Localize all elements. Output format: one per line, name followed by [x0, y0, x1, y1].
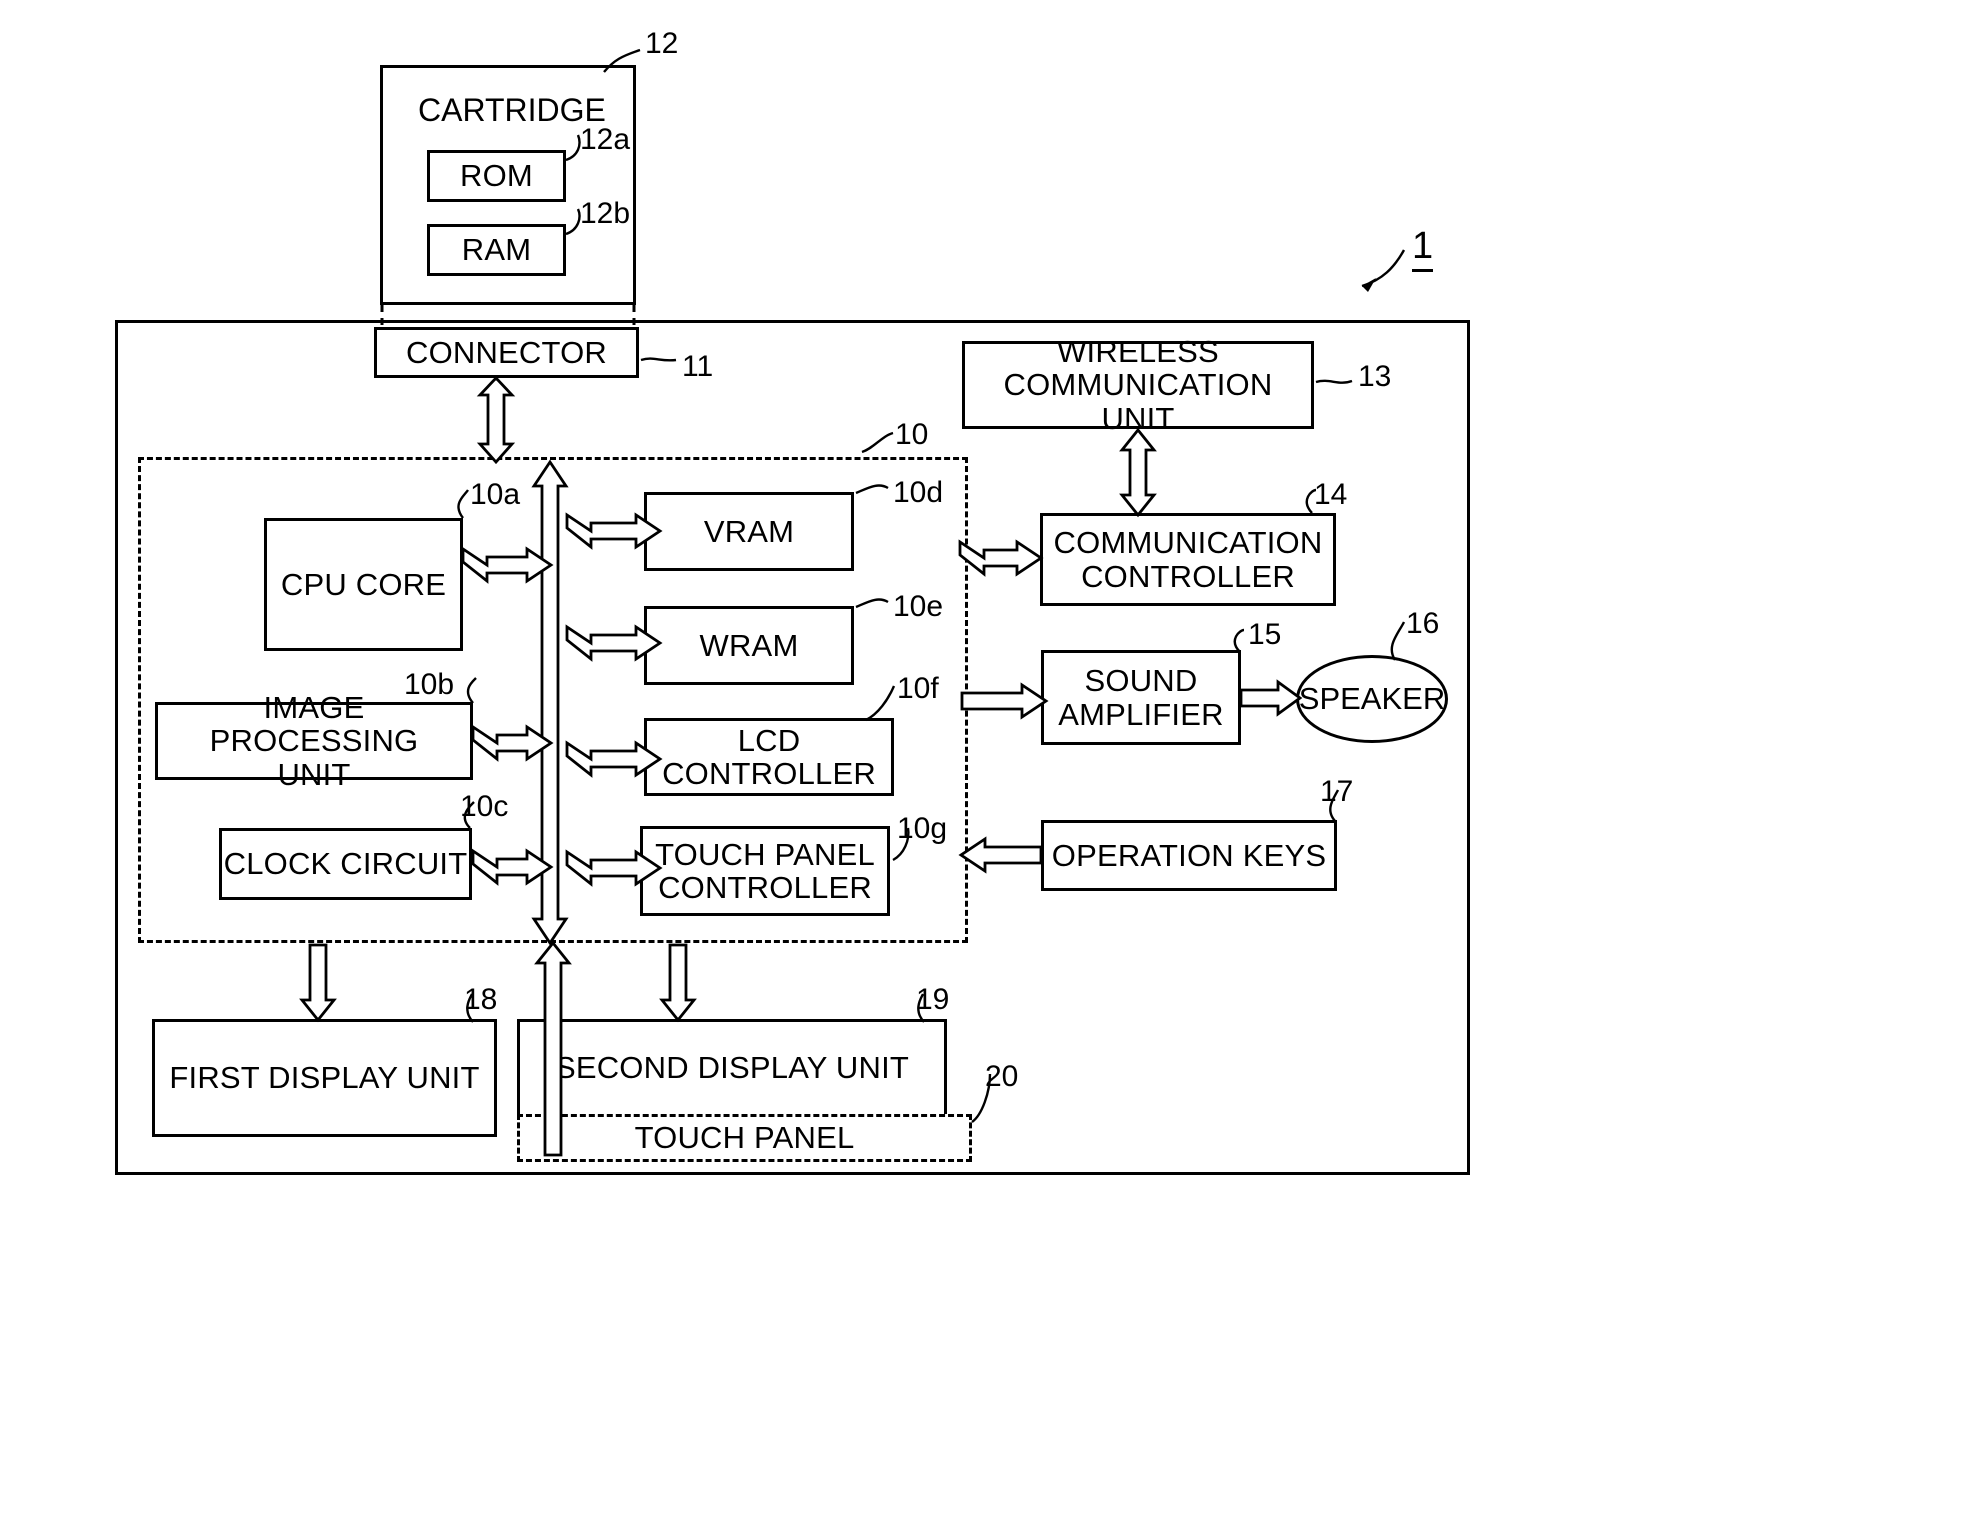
cartridge-title: CARTRIDGE — [418, 92, 606, 128]
vram-ref: 10d — [893, 476, 944, 509]
wram-block: WRAM — [644, 606, 854, 685]
wireless-communication-unit-ref: 13 — [1358, 360, 1392, 393]
lcd-controller-label: LCD CONTROLLER — [662, 722, 876, 791]
image-processing-unit-label-line2: UNIT — [277, 756, 351, 792]
vram-block: VRAM — [644, 492, 854, 571]
connector-ref: 11 — [682, 350, 714, 383]
clock-circuit-ref: 10c — [460, 790, 509, 823]
first-display-unit-block: FIRST DISPLAY UNIT — [152, 1019, 497, 1137]
vram-label: VRAM — [703, 513, 795, 549]
cpu-core-label: CPU CORE — [280, 566, 447, 602]
speaker-block: SPEAKER — [1296, 655, 1448, 743]
touch-panel-controller-ref: 10g — [897, 812, 948, 845]
rom-label: ROM — [460, 158, 533, 194]
communication-controller-block: COMMUNICATION CONTROLLER — [1040, 513, 1336, 606]
lcd-controller-ref: 10f — [897, 672, 939, 705]
ram-ref: 12b — [580, 197, 631, 230]
touch-panel-ref: 20 — [985, 1060, 1019, 1093]
clock-circuit-label: CLOCK CIRCUIT — [223, 846, 468, 882]
cpu-core-ref: 10a — [470, 478, 521, 511]
communication-controller-ref: 14 — [1314, 478, 1348, 511]
wireless-communication-unit-label-line2: COMMUNICATION UNIT — [1003, 367, 1273, 436]
second-display-unit-ref: 19 — [916, 983, 950, 1016]
image-processing-unit-ref: 10b — [404, 668, 455, 701]
second-display-unit-label: SECOND DISPLAY UNIT — [554, 1050, 910, 1086]
sound-amplifier-label-line2: AMPLIFIER — [1058, 696, 1224, 732]
touch-panel-label: TOUCH PANEL — [634, 1120, 855, 1156]
sound-amplifier-ref: 15 — [1248, 618, 1282, 651]
connector-label: CONNECTOR — [405, 334, 607, 370]
touch-panel-controller-label-line1: TOUCH PANEL — [655, 836, 875, 872]
wram-ref: 10e — [893, 590, 944, 623]
wireless-communication-unit-block: WIRELESS COMMUNICATION UNIT — [962, 334, 1314, 435]
touch-panel-block: TOUCH PANEL — [517, 1114, 972, 1162]
ram-block: RAM — [427, 224, 566, 276]
speaker-ref: 16 — [1406, 607, 1440, 640]
sound-amplifier-block: SOUND AMPLIFIER — [1041, 650, 1241, 745]
wireless-communication-unit-label-line1: WIRELESS — [1057, 333, 1219, 369]
clock-circuit-block: CLOCK CIRCUIT — [219, 828, 472, 900]
system-ref: 1 — [1412, 225, 1434, 272]
rom-ref: 12a — [580, 123, 631, 156]
communication-controller-label-line2: CONTROLLER — [1081, 558, 1295, 594]
first-display-unit-label: FIRST DISPLAY UNIT — [169, 1060, 480, 1096]
sound-amplifier-label-line1: SOUND — [1084, 663, 1198, 699]
lcd-controller-block: LCD CONTROLLER — [644, 718, 894, 796]
second-display-unit-block: SECOND DISPLAY UNIT — [517, 1019, 947, 1117]
connector-block: CONNECTOR — [374, 327, 639, 378]
touch-panel-controller-label-line2: CONTROLLER — [658, 870, 872, 905]
ram-label: RAM — [461, 232, 532, 268]
electronic-circuit-ref: 10 — [895, 418, 929, 451]
patent-figure: CARTRIDGE ROM RAM 12 12a 12b 1 CONNECTOR… — [0, 0, 1985, 1529]
image-processing-unit-block: IMAGE PROCESSING UNIT — [155, 691, 473, 791]
touch-panel-controller-block: TOUCH PANEL CONTROLLER — [640, 826, 890, 916]
cpu-core-block: CPU CORE — [264, 518, 463, 651]
rom-block: ROM — [427, 150, 566, 202]
operation-keys-block: OPERATION KEYS — [1041, 820, 1337, 891]
operation-keys-label: OPERATION KEYS — [1051, 837, 1327, 873]
communication-controller-label-line1: COMMUNICATION — [1053, 525, 1323, 561]
wram-label: WRAM — [699, 627, 799, 663]
speaker-label: SPEAKER — [1298, 681, 1446, 716]
first-display-unit-ref: 18 — [464, 983, 498, 1016]
operation-keys-ref: 17 — [1320, 775, 1354, 808]
cartridge-ref: 12 — [645, 27, 679, 60]
